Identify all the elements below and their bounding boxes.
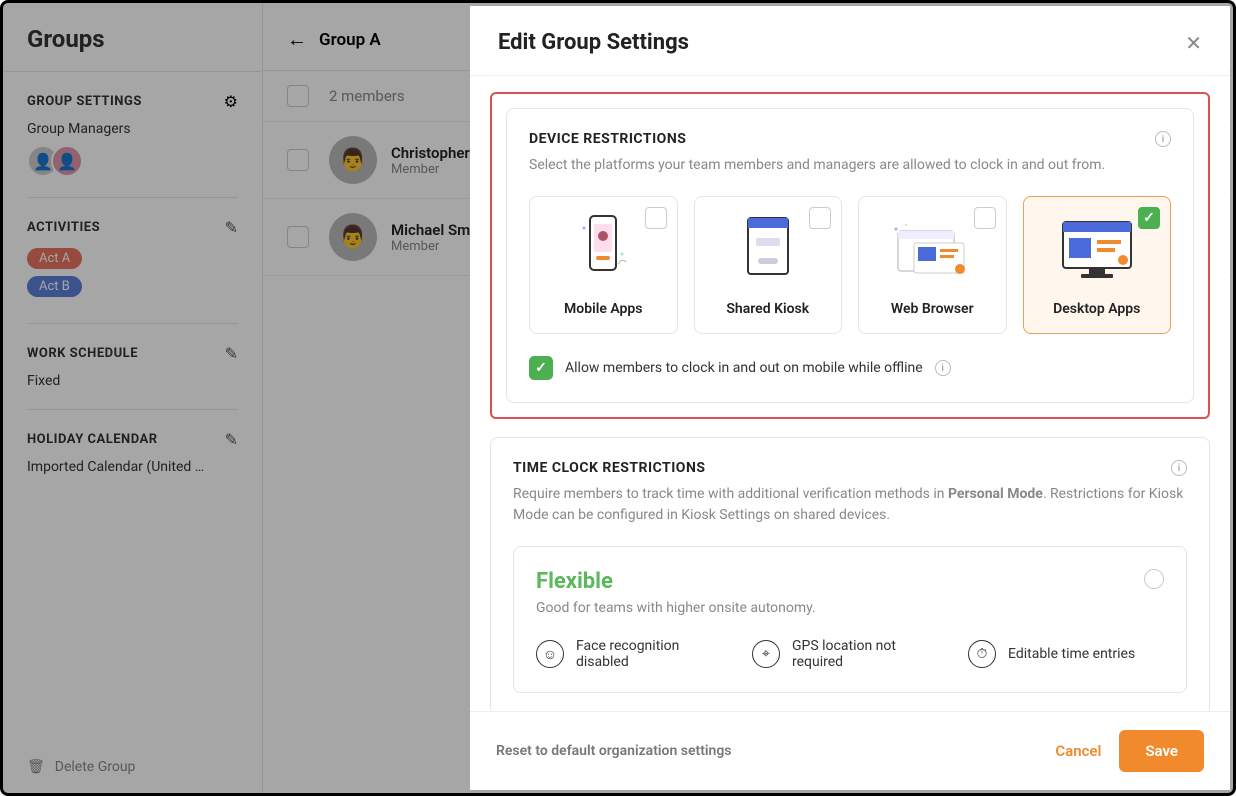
device-checkbox[interactable] (645, 207, 667, 229)
reset-defaults-link[interactable]: Reset to default organization settings (496, 743, 732, 759)
device-option-kiosk[interactable]: Shared Kiosk (694, 196, 843, 334)
flexible-sub: Good for teams with higher onsite autono… (536, 600, 1164, 616)
edit-group-modal: Edit Group Settings ✕ DEVICE RESTRICTION… (470, 6, 1230, 790)
device-label: Desktop Apps (1034, 301, 1161, 317)
device-restrictions-highlight: DEVICE RESTRICTIONS i Select the platfor… (490, 92, 1210, 419)
offline-label: Allow members to clock in and out on mob… (565, 360, 923, 376)
info-icon[interactable]: i (1155, 131, 1171, 147)
time-clock-desc: Require members to track time with addit… (513, 484, 1187, 526)
device-label: Web Browser (869, 301, 996, 317)
device-restrictions-heading: DEVICE RESTRICTIONS (529, 131, 686, 147)
feature-text: GPS location not required (792, 638, 948, 670)
device-label: Mobile Apps (540, 301, 667, 317)
info-icon[interactable]: i (935, 360, 951, 376)
device-checkbox[interactable] (1138, 207, 1160, 229)
time-clock-heading: TIME CLOCK RESTRICTIONS (513, 460, 705, 476)
flexible-option[interactable]: Flexible Good for teams with higher onsi… (513, 546, 1187, 693)
cancel-button[interactable]: Cancel (1055, 742, 1101, 760)
gps-icon: ⌖ (752, 640, 780, 668)
flexible-radio[interactable] (1144, 569, 1164, 589)
save-button[interactable]: Save (1119, 730, 1204, 772)
close-icon[interactable]: ✕ (1185, 31, 1202, 55)
flexible-title: Flexible (536, 569, 1164, 594)
device-option-desktop[interactable]: Desktop Apps (1023, 196, 1172, 334)
device-option-mobile[interactable]: Mobile Apps (529, 196, 678, 334)
offline-checkbox[interactable]: ✓ (529, 356, 553, 380)
device-label: Shared Kiosk (705, 301, 832, 317)
face-icon: ☺ (536, 640, 564, 668)
info-icon[interactable]: i (1171, 460, 1187, 476)
device-checkbox[interactable] (809, 207, 831, 229)
device-checkbox[interactable] (974, 207, 996, 229)
feature-text: Face recognition disabled (576, 638, 732, 670)
feature-text: Editable time entries (1008, 646, 1135, 662)
device-restrictions-desc: Select the platforms your team members a… (529, 155, 1171, 176)
device-option-web[interactable]: Web Browser (858, 196, 1007, 334)
clock-icon: ⏱ (968, 640, 996, 668)
modal-title: Edit Group Settings (498, 30, 689, 55)
